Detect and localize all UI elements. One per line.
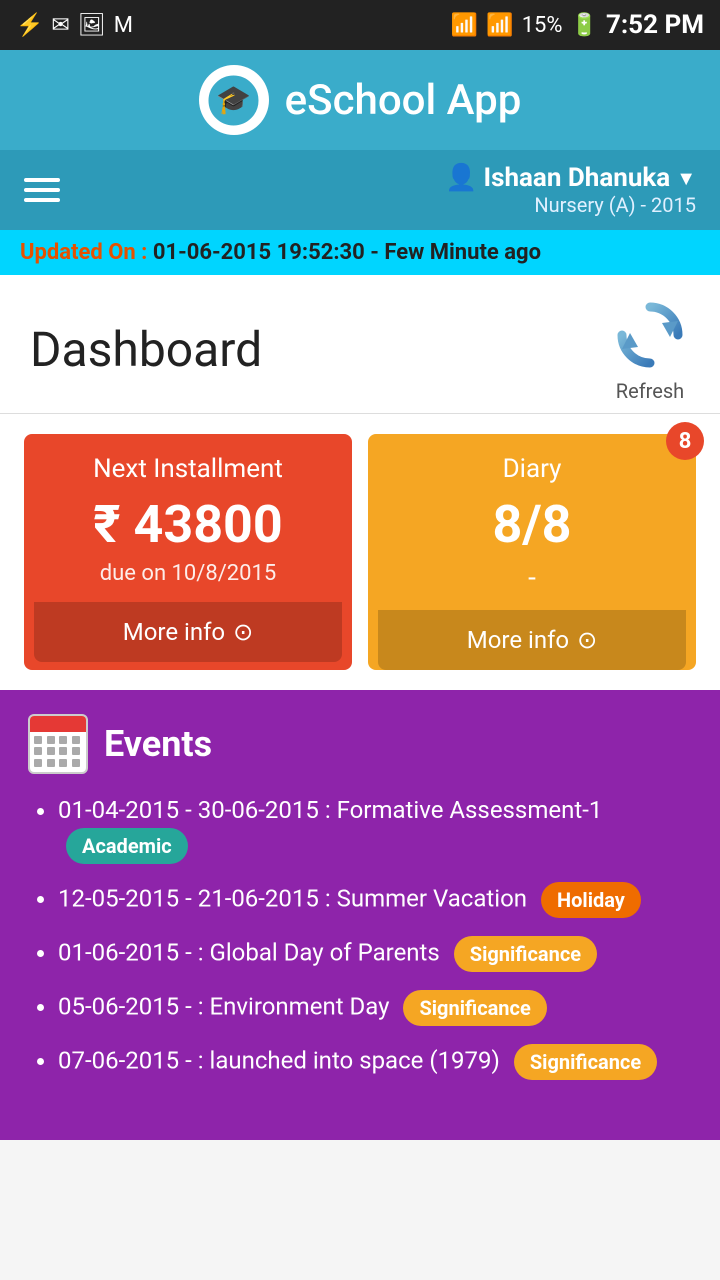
diary-card-dash: - bbox=[528, 561, 536, 594]
user-info: 👤 Ishaan Dhanuka ▼ Nursery (A) - 2015 bbox=[445, 163, 696, 217]
nav-bar: 👤 Ishaan Dhanuka ▼ Nursery (A) - 2015 bbox=[0, 150, 720, 230]
event-tag-academic-1: Academic bbox=[66, 828, 188, 864]
dashboard-header: Dashboard Refresh bbox=[0, 275, 720, 414]
refresh-label: Refresh bbox=[616, 379, 684, 403]
installment-more-info-label: More info bbox=[123, 618, 225, 646]
diary-arrow-right-icon: ⊙ bbox=[577, 626, 597, 654]
list-item: 01-06-2015 - : Global Day of Parents Sig… bbox=[58, 936, 692, 972]
diary-card-title: Diary bbox=[503, 454, 562, 484]
events-section: Events 01-04-2015 - 30-06-2015 : Formati… bbox=[0, 690, 720, 1140]
hamburger-line-3 bbox=[24, 198, 60, 202]
update-value: 01-06-2015 19:52:30 - Few Minute ago bbox=[153, 240, 541, 265]
installment-card: Next Installment ₹ 43800 due on 10/8/201… bbox=[24, 434, 352, 670]
user-class-text: Nursery (A) - 2015 bbox=[534, 193, 696, 217]
signal-icon: 📶 bbox=[486, 13, 513, 38]
dashboard-title: Dashboard bbox=[30, 321, 262, 378]
event-tag-significance-1: Significance bbox=[454, 936, 597, 972]
event-tag-significance-2: Significance bbox=[403, 990, 546, 1026]
event-text-1: 01-04-2015 - 30-06-2015 : Formative Asse… bbox=[58, 796, 602, 824]
diary-more-info-label: More info bbox=[467, 626, 569, 654]
usb-icon: ⚡ bbox=[16, 13, 43, 38]
status-bar: ⚡ ✉ 🖼 M 📶 📶 15% 🔋 7:52 PM bbox=[0, 0, 720, 50]
refresh-icon bbox=[610, 295, 690, 375]
installment-card-due: due on 10/8/2015 bbox=[100, 561, 277, 586]
status-time: 7:52 PM bbox=[606, 10, 704, 40]
list-item: 07-06-2015 - : launched into space (1979… bbox=[58, 1044, 692, 1080]
battery-icon: 🔋 bbox=[571, 13, 598, 38]
wifi-icon: 📶 bbox=[451, 13, 478, 38]
app-logo: 🎓 bbox=[199, 65, 269, 135]
installment-more-info-button[interactable]: More info ⊙ bbox=[34, 602, 342, 662]
hamburger-line-2 bbox=[24, 188, 60, 192]
hamburger-line-1 bbox=[24, 178, 60, 182]
user-name-text: Ishaan Dhanuka bbox=[484, 163, 671, 193]
gmail-icon: M bbox=[114, 13, 133, 38]
image-icon: 🖼 bbox=[78, 13, 106, 38]
app-title: eSchool App bbox=[285, 76, 522, 125]
menu-button[interactable] bbox=[24, 178, 60, 202]
event-text-2: 12-05-2015 - 21-06-2015 : Summer Vacatio… bbox=[58, 884, 527, 912]
dropdown-arrow-icon: ▼ bbox=[676, 166, 696, 191]
events-list: 01-04-2015 - 30-06-2015 : Formative Asse… bbox=[28, 794, 692, 1080]
event-text-5: 07-06-2015 - : launched into space (1979… bbox=[58, 1046, 500, 1074]
battery-text: 15% bbox=[522, 13, 563, 38]
event-text-3: 01-06-2015 - : Global Day of Parents bbox=[58, 938, 440, 966]
installment-card-amount: ₹ 43800 bbox=[93, 494, 282, 555]
diary-more-info-button[interactable]: More info ⊙ bbox=[378, 610, 686, 670]
diary-card: 8 Diary 8/8 - More info ⊙ bbox=[368, 434, 696, 670]
user-name-row[interactable]: 👤 Ishaan Dhanuka ▼ bbox=[445, 163, 696, 193]
logo-icon: 🎓 bbox=[206, 73, 261, 128]
list-item: 05-06-2015 - : Environment Day Significa… bbox=[58, 990, 692, 1026]
diary-badge: 8 bbox=[666, 422, 704, 460]
status-right-icons: 📶 📶 15% 🔋 7:52 PM bbox=[451, 10, 704, 40]
user-avatar-icon: 👤 bbox=[445, 163, 477, 193]
installment-card-title: Next Installment bbox=[93, 454, 283, 484]
event-text-4: 05-06-2015 - : Environment Day bbox=[58, 992, 390, 1020]
status-icons: ⚡ ✉ 🖼 M bbox=[16, 13, 133, 38]
update-label: Updated On : bbox=[20, 240, 147, 265]
update-banner: Updated On : 01-06-2015 19:52:30 - Few M… bbox=[0, 230, 720, 275]
diary-card-value: 8/8 bbox=[493, 494, 572, 555]
event-tag-holiday-1: Holiday bbox=[541, 882, 641, 918]
calendar-icon bbox=[28, 714, 88, 774]
app-header: 🎓 eSchool App bbox=[0, 50, 720, 150]
svg-text:🎓: 🎓 bbox=[216, 83, 251, 116]
list-item: 01-04-2015 - 30-06-2015 : Formative Asse… bbox=[58, 794, 692, 864]
list-item: 12-05-2015 - 21-06-2015 : Summer Vacatio… bbox=[58, 882, 692, 918]
event-tag-significance-3: Significance bbox=[514, 1044, 657, 1080]
events-title: Events bbox=[104, 723, 212, 765]
mail-icon: ✉ bbox=[51, 13, 69, 38]
cards-container: Next Installment ₹ 43800 due on 10/8/201… bbox=[0, 414, 720, 690]
events-header: Events bbox=[28, 714, 692, 774]
arrow-right-icon: ⊙ bbox=[233, 618, 253, 646]
refresh-button[interactable]: Refresh bbox=[610, 295, 690, 403]
